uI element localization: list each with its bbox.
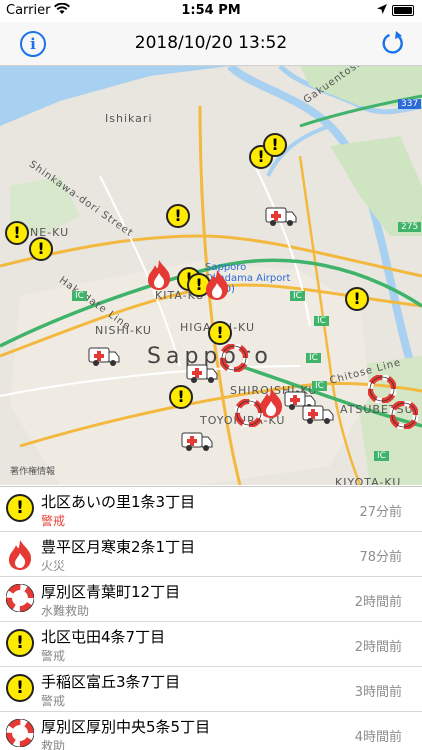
- list-item[interactable]: 豊平区月寒東2条1丁目 火災 78分前: [0, 532, 422, 577]
- incident-time-ago: 3時間前: [354, 685, 402, 700]
- map-label-kiyota-ku: KIYOTA-KU: [335, 476, 402, 485]
- battery-icon: [392, 5, 414, 16]
- incident-category: 警戒: [41, 694, 66, 708]
- caution-marker[interactable]: !: [29, 237, 53, 261]
- clock: 1:54 PM: [181, 3, 241, 18]
- incident-category: 救助: [41, 739, 66, 750]
- incident-time-ago: 27分前: [359, 505, 402, 520]
- incident-place: 北区あいの里1条3丁目: [41, 493, 196, 511]
- ic-badge: IC: [306, 353, 321, 363]
- list-item[interactable]: ! 北区あいの里1条3丁目 警戒 27分前: [0, 487, 422, 532]
- caution-icon: !: [6, 494, 34, 522]
- incident-place: 厚別区青葉町12丁目: [41, 583, 181, 601]
- map-label-nishi-ku: NISHI-KU: [95, 324, 152, 337]
- ambulance-marker[interactable]: [186, 362, 218, 384]
- incident-place: 厚別区厚別中央5条5丁目: [41, 718, 211, 736]
- list-item[interactable]: 厚別区厚別中央5条5丁目 救助 4時間前: [0, 712, 422, 750]
- incident-time-ago: 2時間前: [354, 640, 402, 655]
- lifebuoy-marker[interactable]: [234, 398, 264, 428]
- incident-list[interactable]: ! 北区あいの里1条3丁目 警戒 27分前 豊平区月寒東2条1丁目 火災 78分…: [0, 486, 422, 750]
- caution-icon: !: [6, 674, 34, 702]
- ambulance-marker[interactable]: [265, 205, 297, 227]
- incident-place: 北区屯田4条7丁目: [41, 628, 166, 646]
- fire-marker[interactable]: [203, 269, 231, 301]
- incident-category: 警戒: [41, 514, 66, 528]
- incident-place: 豊平区月寒東2条1丁目: [41, 538, 196, 556]
- status-bar: Carrier 1:54 PM: [0, 0, 422, 22]
- ic-badge: IC: [314, 316, 329, 326]
- list-item[interactable]: ! 手稲区富丘3条7丁目 警戒 3時間前: [0, 667, 422, 712]
- caution-marker[interactable]: !: [263, 133, 287, 157]
- caution-marker[interactable]: !: [208, 321, 232, 345]
- incident-place: 手稲区富丘3条7丁目: [41, 673, 181, 691]
- incident-category: 水難救助: [41, 604, 90, 618]
- lifebuoy-icon: [5, 718, 35, 748]
- caution-marker[interactable]: !: [345, 287, 369, 311]
- list-item[interactable]: ! 北区屯田4条7丁目 警戒 2時間前: [0, 622, 422, 667]
- ambulance-marker[interactable]: [181, 430, 213, 452]
- refresh-icon[interactable]: [378, 28, 408, 58]
- ic-badge: IC: [374, 451, 389, 461]
- incident-category: 火災: [41, 559, 66, 573]
- incident-time-ago: 2時間前: [354, 595, 402, 610]
- lifebuoy-marker[interactable]: [219, 343, 249, 373]
- ic-badge: IC: [290, 291, 305, 301]
- caution-marker[interactable]: !: [5, 221, 29, 245]
- ambulance-marker[interactable]: [88, 345, 120, 367]
- caution-marker[interactable]: !: [166, 204, 190, 228]
- ambulance-marker[interactable]: [302, 403, 334, 425]
- map-view[interactable]: Ishikari Shinkawa-dori Street Hakodate L…: [0, 66, 422, 485]
- map-label-ishikari: Ishikari: [105, 112, 153, 125]
- fire-marker[interactable]: [145, 259, 173, 291]
- lifebuoy-marker[interactable]: [389, 400, 419, 430]
- page-title: 2018/10/20 13:52: [134, 33, 288, 53]
- map-attribution[interactable]: 著作権情報: [10, 464, 55, 477]
- lifebuoy-marker[interactable]: [367, 374, 397, 404]
- incident-category: 警戒: [41, 649, 66, 663]
- incident-time-ago: 4時間前: [354, 730, 402, 745]
- caution-icon: !: [6, 629, 34, 657]
- route-badge: 275: [398, 222, 422, 232]
- ic-badge: IC: [72, 291, 87, 301]
- fire-icon: [6, 539, 34, 570]
- location-arrow-icon: [376, 3, 388, 19]
- list-item[interactable]: 厚別区青葉町12丁目 水難救助 2時間前: [0, 577, 422, 622]
- incident-time-ago: 78分前: [359, 550, 402, 565]
- route-badge: 337: [398, 99, 422, 109]
- navigation-bar: i 2018/10/20 13:52: [0, 22, 422, 66]
- lifebuoy-icon: [5, 583, 35, 613]
- caution-marker[interactable]: !: [169, 385, 193, 409]
